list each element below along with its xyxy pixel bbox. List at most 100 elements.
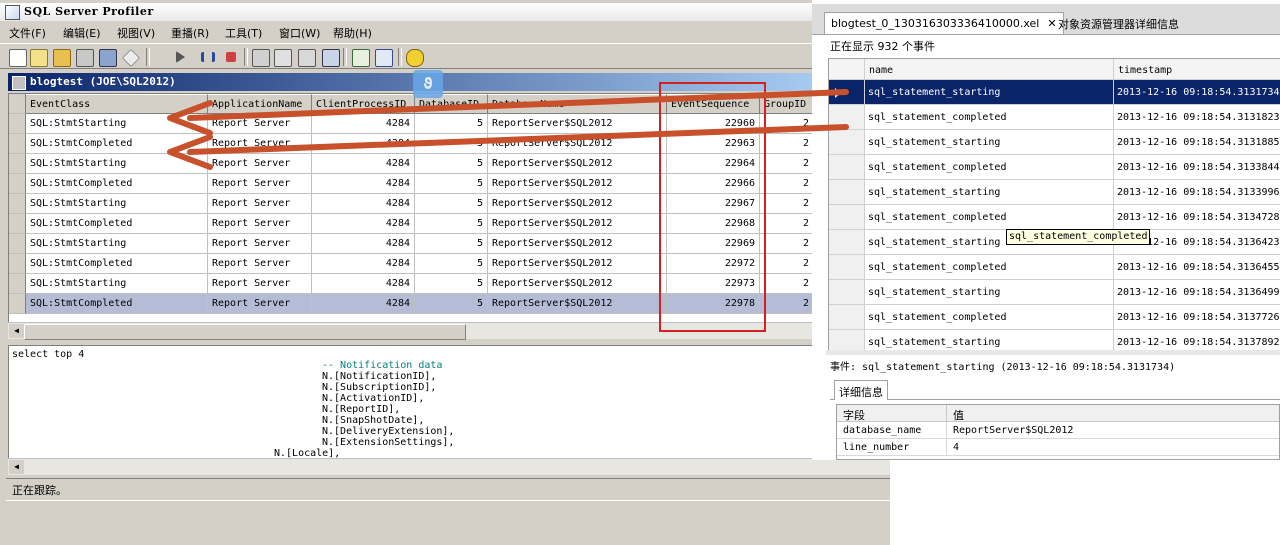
row-header[interactable]	[9, 214, 26, 234]
sql-text-pane[interactable]: select top 4 -- Notification data N.[Notif…	[8, 345, 890, 460]
column-header-clientprocessid[interactable]: ClientProcessID	[312, 94, 415, 114]
row-header[interactable]	[9, 274, 26, 294]
stop-icon[interactable]	[226, 52, 236, 62]
cell-eventclass: SQL:StmtStarting	[26, 274, 208, 294]
save-icon[interactable]	[99, 49, 117, 67]
window-bottom-area	[6, 500, 890, 545]
list-item[interactable]: sql_statement_completed 2013-12-16 09:18:…	[829, 105, 1280, 130]
row-header[interactable]	[829, 230, 865, 255]
row-header[interactable]	[9, 174, 26, 194]
sql-code-line: N.[ExtensionSettings],	[322, 437, 455, 448]
cell-clientprocessid: 4284	[312, 154, 415, 174]
column-header-applicationname[interactable]: ApplicationName	[208, 94, 312, 114]
row-header[interactable]	[9, 234, 26, 254]
tuning-advisor-icon[interactable]	[375, 49, 393, 67]
column-header-name[interactable]: name	[865, 59, 1114, 80]
xel-grid-corner	[829, 59, 865, 80]
column-header-timestamp[interactable]: timestamp	[1114, 59, 1280, 80]
row-header[interactable]	[9, 134, 26, 154]
scroll-left-icon[interactable]: ◀	[9, 460, 24, 474]
row-header[interactable]	[9, 294, 26, 314]
row-header[interactable]	[9, 254, 26, 274]
properties-icon[interactable]	[76, 49, 94, 67]
new-trace-icon[interactable]	[9, 49, 27, 67]
list-item[interactable]: sql_statement_completed 2013-12-16 09:18:…	[829, 205, 1280, 230]
column-header-value[interactable]: 值	[947, 405, 1279, 422]
menu-tools[interactable]: 工具(T)	[225, 25, 262, 41]
cell-databaseid: 5	[415, 134, 488, 154]
cell-name: sql_statement_starting	[865, 330, 1114, 352]
activity-monitor-icon[interactable]	[352, 49, 370, 67]
column-header-groupid[interactable]: GroupID	[760, 94, 812, 114]
new-template-icon[interactable]	[30, 49, 48, 67]
row-header[interactable]	[829, 130, 865, 155]
table-row[interactable]: line_number 4	[837, 439, 1279, 456]
current-row-indicator-icon[interactable]	[829, 80, 865, 105]
cell-field: line_number	[837, 439, 947, 456]
menu-file[interactable]: 文件(F)	[9, 25, 46, 41]
cell-eventclass: SQL:StmtStarting	[26, 194, 208, 214]
xel-event-grid[interactable]: name timestamp sql_statement_starting 201…	[828, 58, 1280, 352]
cell-groupid: 2	[760, 154, 812, 174]
column-header-databasename[interactable]: DatabaseName	[488, 94, 667, 114]
find-icon[interactable]	[298, 49, 316, 67]
run-icon[interactable]	[176, 51, 185, 63]
row-header[interactable]	[829, 305, 865, 330]
row-header[interactable]	[829, 330, 865, 352]
row-header[interactable]	[829, 280, 865, 305]
sql-text-hscrollbar[interactable]: ◀	[8, 458, 890, 475]
cell-eventclass: SQL:StmtStarting	[26, 114, 208, 134]
row-header[interactable]	[829, 105, 865, 130]
cell-name: sql_statement_starting	[865, 80, 1114, 105]
row-header[interactable]	[9, 154, 26, 174]
help-icon[interactable]	[406, 49, 424, 67]
scroll-left-icon[interactable]: ◀	[9, 324, 24, 338]
profiler-title-bar[interactable]: SQL Server Profiler	[0, 3, 812, 21]
menu-bar: 文件(F) 编辑(E) 视图(V) 重播(R) 工具(T) 窗口(W) 帮助(H…	[0, 22, 812, 42]
list-item[interactable]: sql_statement_completed 2013-12-16 09:18:…	[829, 155, 1280, 180]
column-icon[interactable]	[274, 49, 292, 67]
column-header-field[interactable]: 字段	[837, 405, 947, 422]
tab-object-explorer-details[interactable]: 对象资源管理器详细信息	[1052, 12, 1185, 34]
row-header[interactable]	[829, 205, 865, 230]
menu-window[interactable]: 窗口(W)	[279, 25, 320, 41]
tab-xel-file[interactable]: blogtest_0_130316303336410000.xel ✕	[824, 12, 1064, 34]
open-icon[interactable]	[53, 49, 71, 67]
tab-details[interactable]: 详细信息	[834, 380, 888, 400]
menu-edit[interactable]: 编辑(E)	[63, 25, 101, 41]
menu-help[interactable]: 帮助(H)	[333, 25, 372, 41]
cell-eventclass: SQL:StmtCompleted	[26, 294, 208, 314]
cell-groupid: 2	[760, 134, 812, 154]
event-fields-grid[interactable]: 字段 值 database_name ReportServer$SQL2012 li…	[836, 404, 1280, 460]
eraser-icon[interactable]	[122, 49, 140, 67]
row-header[interactable]	[829, 255, 865, 280]
menu-replay[interactable]: 重播(R)	[171, 25, 209, 41]
row-header[interactable]	[9, 194, 26, 214]
cell-databaseid: 5	[415, 174, 488, 194]
cell-groupid: 2	[760, 174, 812, 194]
table-row[interactable]: database_name ReportServer$SQL2012	[837, 422, 1279, 439]
cell-applicationname: Report Server	[208, 134, 312, 154]
list-item[interactable]: sql_statement_completed 2013-12-16 09:18:…	[829, 305, 1280, 330]
filter-icon[interactable]	[252, 49, 270, 67]
autoscroll-icon[interactable]	[322, 49, 340, 67]
sql-code-line: select top 4	[12, 349, 85, 360]
cell-clientprocessid: 4284	[312, 174, 415, 194]
row-header[interactable]	[9, 114, 26, 134]
floating-widget-icon[interactable]: ϑ	[413, 70, 443, 98]
list-item[interactable]: sql_statement_starting 2013-12-16 09:18:5…	[829, 280, 1280, 305]
list-item[interactable]: sql_statement_starting 2013-12-16 09:18:5…	[829, 130, 1280, 155]
pause-icon[interactable]	[201, 52, 215, 62]
cell-databaseid: 5	[415, 254, 488, 274]
scrollbar-thumb[interactable]	[24, 324, 466, 340]
row-header[interactable]	[829, 180, 865, 205]
list-item[interactable]: sql_statement_starting 2013-12-16 09:18:5…	[829, 180, 1280, 205]
list-item[interactable]: sql_statement_completed 2013-12-16 09:18:…	[829, 255, 1280, 280]
row-header[interactable]	[829, 155, 865, 180]
cell-field: database_name	[837, 422, 947, 439]
menu-view[interactable]: 视图(V)	[117, 25, 155, 41]
list-item[interactable]: sql_statement_starting 2013-12-16 09:18:5…	[829, 330, 1280, 352]
column-header-eventclass[interactable]: EventClass	[26, 94, 208, 114]
details-splitter[interactable]	[826, 350, 1280, 355]
list-item[interactable]: sql_statement_starting 2013-12-16 09:18:5…	[829, 80, 1280, 105]
